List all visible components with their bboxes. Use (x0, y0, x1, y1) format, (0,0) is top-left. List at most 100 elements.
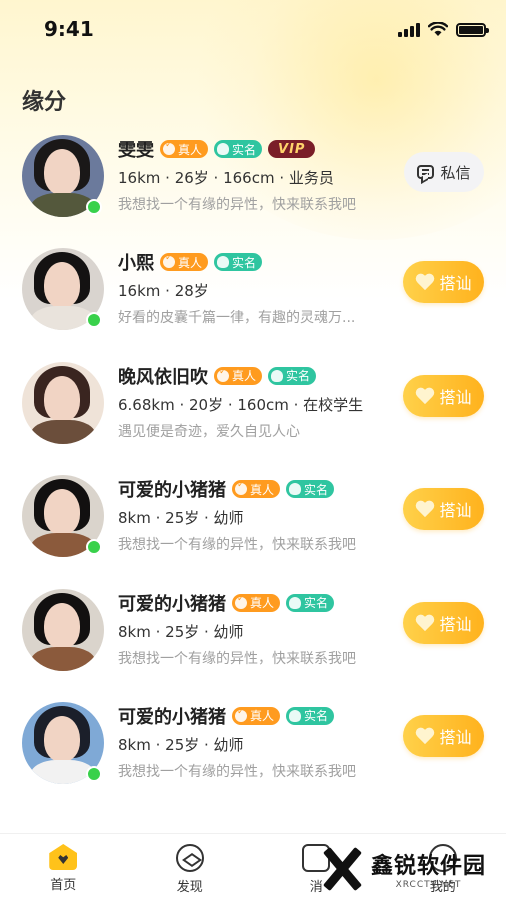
verified-icon (235, 594, 247, 609)
private-message-label: 私信 (440, 163, 471, 182)
user-card[interactable]: 晚风依旧吹 真人 实名 6.68km · 20岁 · 160cm · 在校学生遇见便是… (0, 347, 506, 460)
vip-badge: VIP (268, 140, 316, 158)
watermark-subtitle: XRCCTV.NET (395, 880, 462, 890)
tab-home-label: 首页 (50, 878, 77, 893)
greet-button[interactable]: 搭讪 (403, 601, 484, 644)
real-person-badge: 真人 (160, 140, 209, 158)
watermark: 鑫锐软件园 XRCCTV.NET (319, 846, 486, 892)
real-person-badge: 真人 (232, 480, 281, 499)
user-bio: 我想找一个有缘的异性，快来联系我吧 (118, 197, 356, 213)
verified-icon (235, 707, 247, 722)
real-name-label: 实名 (232, 142, 257, 157)
greet-label: 搭讪 (439, 274, 472, 294)
heart-icon (415, 614, 435, 632)
greet-button[interactable]: 搭讪 (403, 374, 484, 417)
signal-icon (398, 22, 420, 37)
real-name-label: 实名 (304, 482, 329, 497)
tab-discover-label: 发现 (176, 880, 203, 895)
greet-button[interactable]: 搭讪 (403, 488, 484, 531)
real-name-badge: 实名 (268, 366, 317, 385)
battery-icon (456, 22, 489, 37)
avatar (22, 588, 104, 671)
avatar-container[interactable] (22, 248, 104, 331)
user-meta: 6.68km · 20岁 · 160cm · 在校学生 (118, 395, 364, 414)
real-name-label: 实名 (232, 255, 257, 270)
avatar-container[interactable] (22, 701, 104, 784)
compass-icon (175, 844, 204, 872)
chat-bubble-icon (417, 165, 435, 179)
user-meta: 8km · 25岁 · 幼师 (118, 622, 244, 641)
user-card[interactable]: 可爱的小猪猪 真人 实名 8km · 25岁 · 幼师我想找一个有缘的异性，快来联系我… (0, 687, 506, 800)
status-icons (398, 22, 489, 37)
home-icon (49, 844, 78, 870)
verified-icon (163, 253, 175, 269)
avatar-container[interactable] (22, 361, 104, 444)
user-bio: 遇见便是奇迹，爱久自见人心 (118, 423, 300, 440)
user-card[interactable]: 可爱的小猪猪 真人 实名 8km · 25岁 · 幼师我想找一个有缘的异性，快来联系我… (0, 460, 506, 573)
online-status-indicator (86, 312, 102, 329)
real-person-badge: 真人 (214, 366, 263, 385)
user-list: 雯雯真人实名VIP16km · 26岁 · 166cm · 业务员我想找一个有缘… (0, 120, 506, 800)
status-bar: 9:41 (0, 0, 506, 60)
avatar-container[interactable] (22, 135, 104, 217)
verified-icon (217, 367, 229, 382)
greet-label: 搭讪 (439, 727, 472, 747)
verified-icon (163, 140, 175, 155)
greet-button[interactable]: 搭讪 (403, 714, 484, 757)
watermark-title: 鑫锐软件园 (370, 854, 486, 879)
real-name-label: 实名 (286, 369, 311, 384)
user-meta: 8km · 25岁 · 幼师 (118, 509, 244, 528)
real-name-label: 实名 (304, 709, 329, 724)
private-message-button[interactable]: 私信 (404, 152, 484, 192)
real-person-label: 真人 (250, 596, 275, 611)
user-bio: 我想找一个有缘的异性，快来联系我吧 (118, 650, 356, 667)
online-status-indicator (86, 765, 102, 782)
avatar-container[interactable] (22, 588, 104, 671)
real-name-badge: 实名 (214, 140, 263, 158)
status-time: 9:41 (44, 17, 94, 41)
person-icon (217, 143, 230, 155)
user-name: 可爱的小猪猪 (118, 706, 226, 728)
person-icon (271, 369, 284, 382)
greet-label: 搭讪 (439, 614, 472, 634)
user-name: 小熙 (118, 253, 154, 275)
user-bio: 我想找一个有缘的异性，快来联系我吧 (118, 537, 356, 554)
real-name-badge: 实名 (286, 593, 335, 612)
heart-icon (415, 387, 435, 405)
real-person-badge: 真人 (160, 253, 209, 272)
real-name-badge: 实名 (286, 480, 335, 499)
heart-icon (415, 500, 435, 518)
avatar-container[interactable] (22, 475, 104, 558)
page-title: 缘分 (22, 90, 67, 115)
heart-icon (415, 273, 435, 291)
user-name: 雯雯 (118, 140, 154, 161)
user-card[interactable]: 雯雯 真人 实名 VIP 16km · 26岁 · 166cm · 业务员我想找一个有缘… (0, 120, 506, 233)
real-name-label: 实名 (304, 596, 329, 611)
greet-button[interactable]: 搭讪 (403, 261, 484, 304)
person-icon (289, 483, 302, 496)
verified-icon (235, 480, 247, 496)
real-person-label: 真人 (178, 255, 203, 270)
tab-discover[interactable]: 发现 (127, 834, 254, 900)
user-name: 可爱的小猪猪 (118, 480, 226, 502)
person-icon (289, 596, 302, 609)
user-bio: 我想找一个有缘的异性，快来联系我吧 (118, 763, 356, 780)
real-person-badge: 真人 (232, 593, 281, 612)
greet-label: 搭讪 (439, 501, 472, 521)
real-person-label: 真人 (250, 709, 275, 724)
user-name: 晚风依旧吹 (118, 366, 208, 388)
wifi-icon (428, 22, 448, 36)
user-bio: 好看的皮囊千篇一律，有趣的灵魂万... (118, 310, 356, 327)
person-icon (217, 256, 230, 269)
person-icon (289, 709, 302, 722)
avatar (22, 361, 104, 444)
user-card[interactable]: 小熙 真人 实名 16km · 28岁好看的皮囊千篇一律，有趣的灵魂万... 搭讪 (0, 233, 506, 346)
online-status-indicator (86, 539, 102, 556)
user-meta: 8km · 25岁 · 幼师 (118, 735, 244, 754)
tab-home[interactable]: 首页 (0, 834, 127, 900)
real-person-badge: 真人 (232, 706, 281, 725)
user-card[interactable]: 可爱的小猪猪 真人 实名 8km · 25岁 · 幼师我想找一个有缘的异性，快来联系我… (0, 574, 506, 687)
heart-icon (415, 727, 435, 745)
user-meta: 16km · 28岁 (118, 282, 209, 301)
real-name-badge: 实名 (214, 253, 263, 272)
